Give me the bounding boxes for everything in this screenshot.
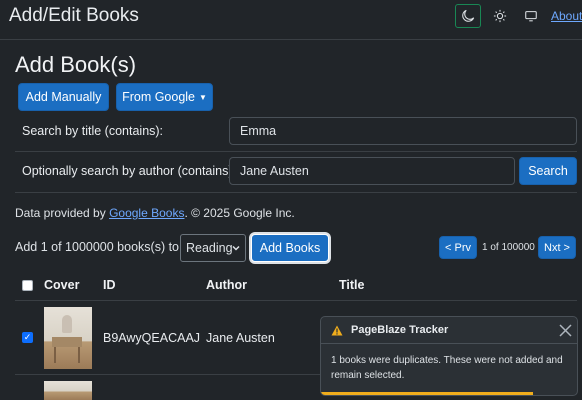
app-title: Add/Edit Books [9,5,139,26]
toast-progress-bar [321,392,534,395]
column-header-id: ID [103,278,116,292]
book-author: Jane Austen [206,331,275,345]
check-icon: ✓ [23,332,32,342]
column-header-cover: Cover [44,278,80,292]
next-page-button[interactable]: Nxt > [538,236,576,259]
title-search-label: Search by title (contains): [22,124,164,138]
attribution-prefix: Data provided by [15,206,110,220]
author-search-input[interactable]: Jane Austen [229,157,515,185]
google-books-link[interactable]: Google Books [109,206,184,220]
search-button[interactable]: Search [519,157,577,185]
column-header-title: Title [339,278,365,292]
theme-light-button[interactable] [487,4,513,28]
caret-down-icon: ▼ [199,92,207,102]
about-link[interactable]: About [551,9,582,23]
shelf-select-value: Reading [186,241,233,255]
theme-auto-button[interactable] [518,4,544,28]
add-books-button[interactable]: Add Books [251,234,329,262]
toast-message: 1 books were duplicates. These were not … [331,355,563,381]
divider [15,192,577,193]
page-heading: Add Book(s) [15,52,137,77]
toast-title: PageBlaze Tracker [351,324,449,336]
row-select-checkbox[interactable]: ✓ [22,332,33,343]
top-navbar: Add/Edit Books About [0,0,582,40]
attribution-suffix: . © 2025 Google Inc. [184,206,295,220]
monitor-icon [525,11,537,22]
select-all-checkbox[interactable] [22,280,33,291]
table-header-divider [15,300,577,301]
book-cover-image [44,307,92,369]
add-manually-button[interactable]: Add Manually [18,83,109,111]
from-google-dropdown-button[interactable]: From Google ▼ [116,83,213,111]
attribution-text: Data provided by Google Books. © 2025 Go… [15,206,295,220]
sun-icon [493,9,507,23]
theme-dark-button[interactable] [455,4,481,28]
prev-page-button[interactable]: < Prv [439,236,477,259]
book-cover-image [44,381,92,400]
divider [15,151,577,152]
from-google-label: From Google [122,90,196,104]
notification-toast: PageBlaze Tracker 1 books were duplicate… [320,316,578,396]
page-info: 1 of 100000 [482,242,535,253]
author-search-label: Optionally search by author (contains): [22,164,236,178]
chevron-down-icon [232,245,240,251]
close-icon[interactable] [559,324,572,337]
add-books-label: Add 1 of 1000000 books(s) to: [15,240,183,254]
column-header-author: Author [206,278,247,292]
moon-icon [462,9,475,22]
toast-header: PageBlaze Tracker [321,317,577,344]
warning-icon [331,325,343,335]
book-id: B9AwyQEACAAJ [103,331,201,345]
title-search-input[interactable]: Emma [229,117,577,145]
shelf-select[interactable]: Reading [180,234,246,262]
